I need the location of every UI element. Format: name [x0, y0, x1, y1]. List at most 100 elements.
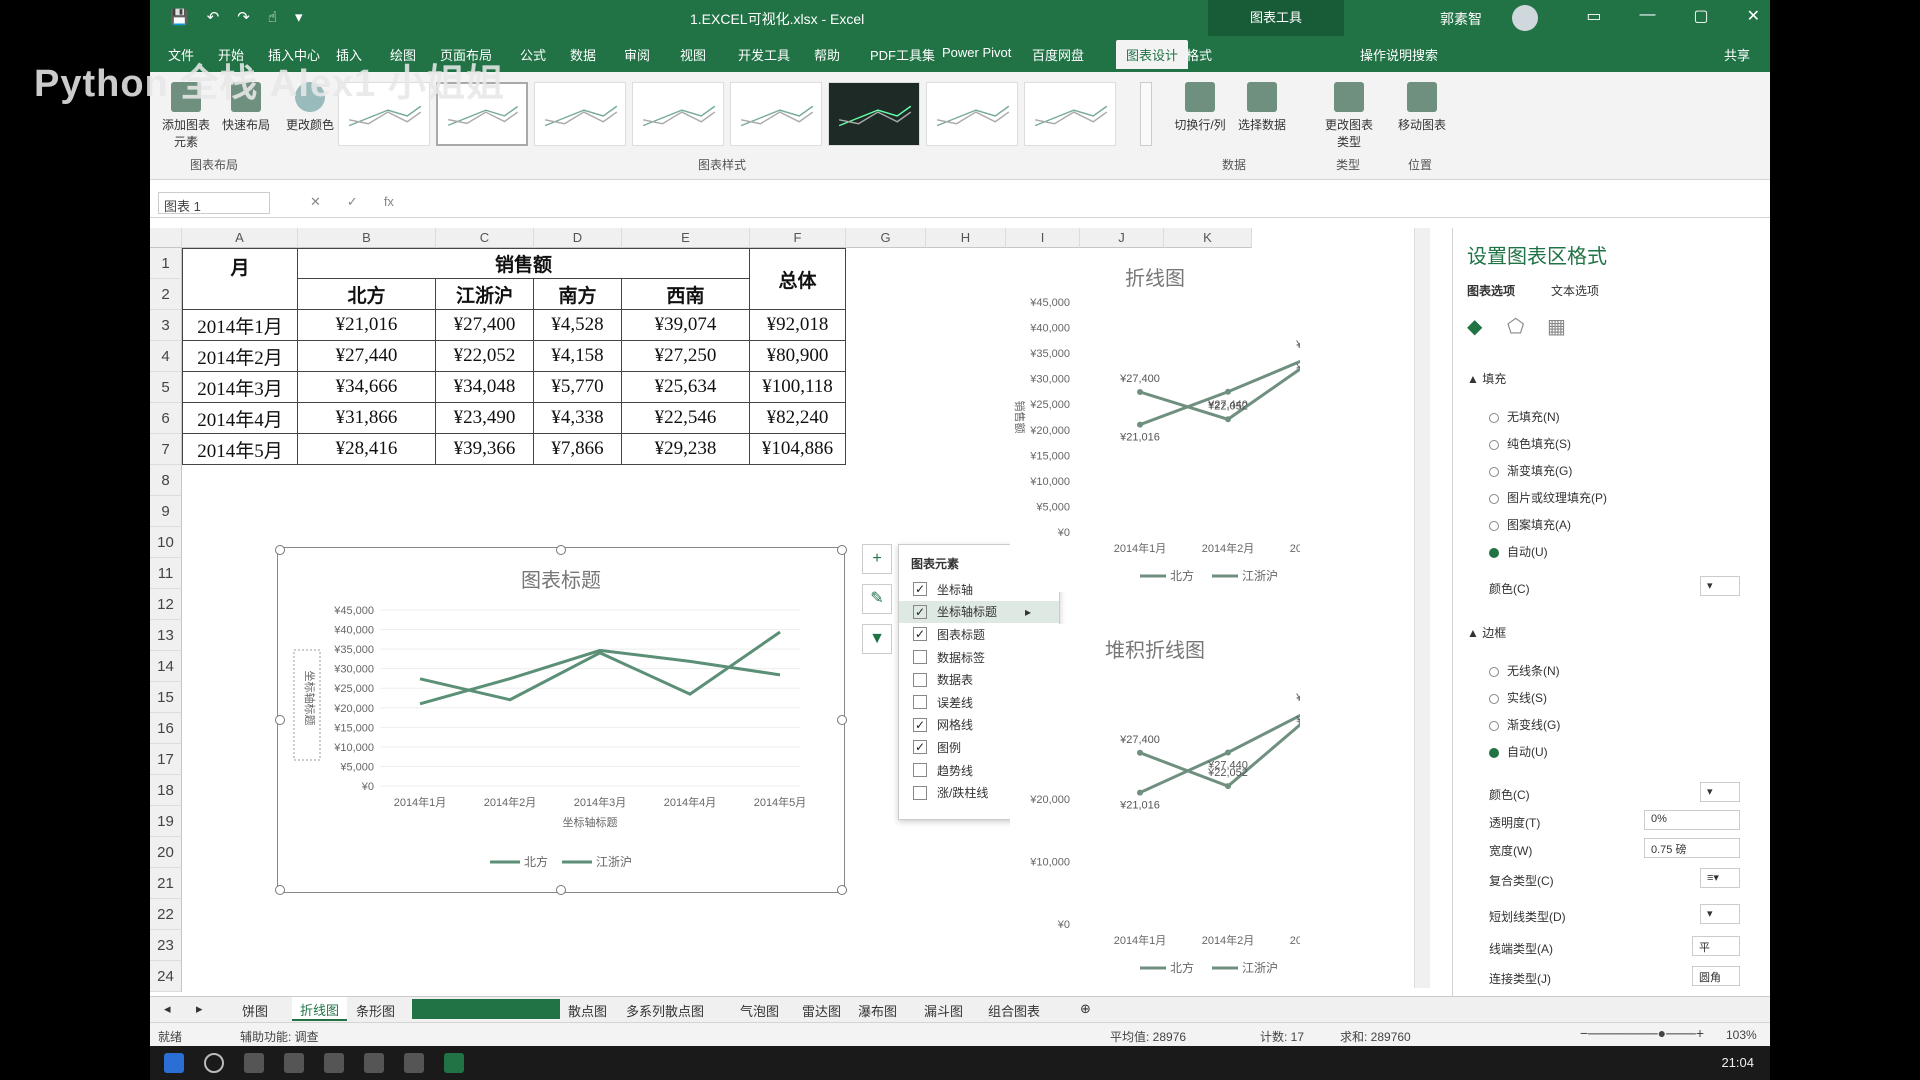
fill-color-picker[interactable]: ▾: [1700, 576, 1740, 596]
sheet-tab[interactable]: [412, 999, 560, 1019]
move-chart-button[interactable]: 移动图表: [1394, 82, 1450, 133]
total-header-cell[interactable]: 总体: [750, 248, 846, 310]
element-checkbox[interactable]: ✓: [913, 604, 927, 619]
table-cell[interactable]: 2014年3月: [182, 372, 298, 403]
switch-row-column-button[interactable]: 切换行/列: [1170, 82, 1230, 133]
chart-style-thumbnail[interactable]: [828, 82, 920, 146]
excel-taskbar-icon[interactable]: [444, 1053, 464, 1073]
border-option-radio[interactable]: 无线条(N): [1489, 662, 1560, 679]
tab-11[interactable]: 帮助: [814, 45, 840, 64]
row-header[interactable]: 20: [150, 837, 182, 868]
resize-handle[interactable]: [837, 885, 847, 895]
sheet-nav-next[interactable]: ▸: [196, 1001, 203, 1017]
avatar[interactable]: [1512, 5, 1538, 31]
tab-10[interactable]: 开发工具: [738, 45, 790, 64]
column-header[interactable]: F: [750, 228, 846, 248]
fill-option-radio[interactable]: 渐变填充(G): [1489, 462, 1572, 479]
tab-chart-options[interactable]: 图表选项: [1467, 282, 1515, 299]
zoom-level[interactable]: 103%: [1726, 1028, 1757, 1042]
cap-type-select[interactable]: 平: [1692, 936, 1740, 956]
table-cell[interactable]: ¥7,866: [534, 434, 622, 465]
region-header-cell[interactable]: 北方: [298, 279, 436, 310]
table-cell[interactable]: ¥92,018: [750, 310, 846, 341]
chart-style-thumbnail[interactable]: [730, 82, 822, 146]
fill-option-radio[interactable]: 自动(U): [1489, 543, 1548, 560]
tell-me-search[interactable]: 操作说明搜索: [1360, 45, 1438, 64]
sheet-tab[interactable]: 气泡图: [740, 1001, 779, 1020]
radio-icon[interactable]: [1489, 666, 1499, 677]
month-header-cell[interactable]: 月: [182, 248, 298, 310]
sheet-tab[interactable]: 折线图: [292, 997, 348, 1021]
row-header[interactable]: 12: [150, 589, 182, 620]
start-icon[interactable]: [164, 1053, 184, 1073]
app-icon[interactable]: [244, 1053, 264, 1073]
radio-icon[interactable]: [1489, 439, 1499, 450]
resize-handle[interactable]: [275, 545, 285, 555]
fill-option-radio[interactable]: 图片或纹理填充(P): [1489, 489, 1607, 506]
chart-element-option[interactable]: ✓ 坐标轴标题 ▸: [899, 600, 1059, 624]
row-header[interactable]: 7: [150, 434, 182, 465]
tab-15[interactable]: 图表设计: [1116, 40, 1189, 69]
radio-icon[interactable]: [1489, 466, 1499, 477]
region-header-cell[interactable]: 江浙沪: [436, 279, 534, 310]
table-cell[interactable]: ¥27,400: [436, 310, 534, 341]
app-icon[interactable]: [284, 1053, 304, 1073]
table-cell[interactable]: ¥21,016: [298, 310, 436, 341]
column-header[interactable]: H: [926, 228, 1006, 248]
dash-type-select[interactable]: ▾: [1700, 904, 1740, 924]
table-cell[interactable]: ¥5,770: [534, 372, 622, 403]
tab-6[interactable]: 公式: [520, 45, 546, 64]
element-checkbox[interactable]: [913, 785, 927, 800]
row-header[interactable]: 2: [150, 279, 182, 310]
element-checkbox[interactable]: ✓: [913, 627, 927, 642]
radio-icon[interactable]: [1489, 412, 1499, 423]
row-header[interactable]: 4: [150, 341, 182, 372]
border-option-radio[interactable]: 实线(S): [1489, 689, 1547, 706]
insert-function-icon[interactable]: fx: [384, 194, 394, 210]
row-header[interactable]: 9: [150, 496, 182, 527]
table-cell[interactable]: ¥27,440: [298, 341, 436, 372]
sheet-tab[interactable]: 雷达图: [802, 1001, 841, 1020]
enter-icon[interactable]: ✓: [347, 194, 358, 210]
chart-elements-plus-icon[interactable]: +: [862, 544, 892, 574]
column-header[interactable]: B: [298, 228, 436, 248]
chart-styles-brush-icon[interactable]: ✎: [862, 584, 892, 614]
fill-option-radio[interactable]: 图案填充(A): [1489, 516, 1571, 533]
worksheet-grid[interactable]: A B C D E F G H I J K 1 2 3 4 5 6 7 8 9 10 11 12 13 14 15 16 17 18 19…: [150, 228, 1430, 992]
resize-handle[interactable]: [275, 715, 285, 725]
table-cell[interactable]: ¥27,250: [622, 341, 750, 372]
row-header[interactable]: 8: [150, 465, 182, 496]
save-icon[interactable]: 💾: [170, 8, 189, 26]
sheet-tab[interactable]: 瀑布图: [858, 1001, 897, 1020]
table-cell[interactable]: 2014年4月: [182, 403, 298, 434]
select-data-button[interactable]: 选择数据: [1232, 82, 1292, 133]
compound-type-select[interactable]: ≡▾: [1700, 868, 1740, 888]
sales-header-cell[interactable]: 销售额: [298, 248, 750, 279]
sheet-tab[interactable]: 散点图: [568, 1001, 607, 1020]
touch-mode-icon[interactable]: ☝: [268, 8, 277, 26]
effects-icon[interactable]: ⬠: [1507, 314, 1524, 339]
resize-handle[interactable]: [837, 545, 847, 555]
resize-handle[interactable]: [837, 715, 847, 725]
resize-handle[interactable]: [556, 885, 566, 895]
border-section-header[interactable]: ▲ 边框: [1467, 624, 1506, 641]
maximize-button[interactable]: ▢: [1693, 6, 1708, 26]
sheet-tab[interactable]: 多系列散点图: [626, 1001, 704, 1020]
table-cell[interactable]: 2014年1月: [182, 310, 298, 341]
submenu-arrow-icon[interactable]: ▸: [1025, 605, 1031, 619]
radio-icon[interactable]: [1489, 693, 1499, 704]
select-all-corner[interactable]: [150, 228, 182, 248]
radio-icon[interactable]: [1489, 720, 1499, 731]
element-checkbox[interactable]: [913, 672, 927, 687]
radio-icon[interactable]: [1489, 547, 1499, 558]
table-cell[interactable]: ¥23,490: [436, 403, 534, 434]
join-type-select[interactable]: 圆角: [1692, 966, 1740, 986]
chart-filters-funnel-icon[interactable]: ▼: [862, 624, 892, 654]
resize-handle[interactable]: [556, 545, 566, 555]
chart-style-thumbnail[interactable]: [534, 82, 626, 146]
table-cell[interactable]: ¥28,416: [298, 434, 436, 465]
element-checkbox[interactable]: [913, 650, 927, 665]
app-icon[interactable]: [404, 1053, 424, 1073]
column-header[interactable]: D: [534, 228, 622, 248]
resize-handle[interactable]: [275, 885, 285, 895]
